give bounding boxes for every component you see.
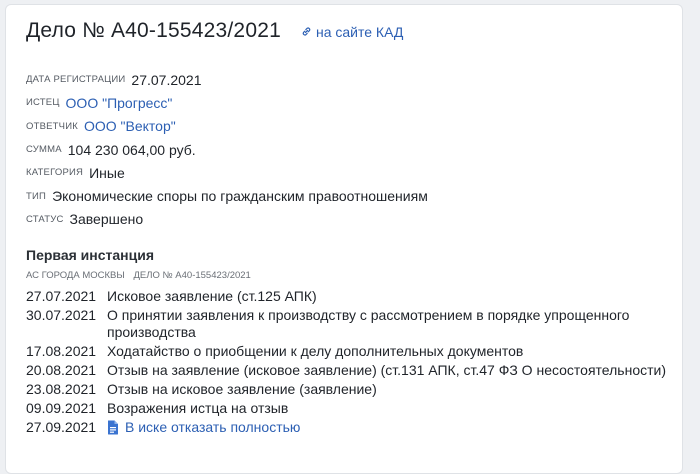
court-case-ref: Дело № А40-155423/2021 <box>133 270 251 281</box>
field-plaintiff: Истец ООО "Прогресс" <box>26 91 428 114</box>
event-row: 20.08.2021 Отзыв на заявление (исковое з… <box>26 362 666 379</box>
field-label: Сумма <box>26 144 62 156</box>
field-value: 27.07.2021 <box>131 71 202 88</box>
defendant-link[interactable]: ООО "Вектор" <box>84 118 176 134</box>
field-category: Категория Иные <box>26 161 428 184</box>
event-row: 09.09.2021 Возражения истца на отзыв <box>26 400 666 417</box>
court-meta: АС города Москвы Дело № А40-155423/2021 <box>26 270 251 281</box>
event-row: 23.08.2021 Отзыв на исковое заявление (з… <box>26 381 666 398</box>
field-value: Экономические споры по гражданским право… <box>52 188 428 205</box>
field-value: 104 230 064,00 руб. <box>67 141 196 158</box>
event-text: О принятии заявления к производству с ра… <box>107 307 630 340</box>
field-label: Истец <box>26 97 60 109</box>
field-label: Дата регистрации <box>26 74 126 86</box>
event-row: 30.07.2021 О принятии заявления к произв… <box>26 307 666 341</box>
field-value: Завершено <box>69 211 144 228</box>
instance-title: Первая инстанция <box>26 247 154 263</box>
event-date: 20.08.2021 <box>26 362 97 378</box>
event-row: 27.09.2021 В иске отказать полностью <box>26 419 666 436</box>
plaintiff-link[interactable]: ООО "Прогресс" <box>66 95 173 111</box>
event-text: Ходатайство о приобщении к делу дополнит… <box>107 343 524 359</box>
event-date: 27.09.2021 <box>26 419 97 435</box>
field-value: Иные <box>89 164 125 181</box>
field-defendant: Ответчик ООО "Вектор" <box>26 115 428 138</box>
court-name: АС города Москвы <box>26 270 125 281</box>
field-type: Тип Экономические споры по гражданским п… <box>26 184 428 207</box>
event-date: 23.08.2021 <box>26 381 97 397</box>
event-text: Исковое заявление (ст.125 АПК) <box>107 288 317 304</box>
field-label: Ответчик <box>26 120 78 132</box>
event-date: 17.08.2021 <box>26 343 97 359</box>
case-card: Дело № А40-155423/2021 на сайте КАД Дата… <box>5 4 683 474</box>
kad-link[interactable]: на сайте КАД <box>301 24 403 40</box>
event-text: Возражения истца на отзыв <box>107 400 289 416</box>
case-title: Дело № А40-155423/2021 <box>26 19 281 42</box>
decision-document-link[interactable]: В иске отказать полностью <box>107 419 300 436</box>
decision-document-label: В иске отказать полностью <box>125 419 301 435</box>
document-icon <box>108 420 118 435</box>
kad-link-label: на сайте КАД <box>315 23 404 40</box>
link-icon <box>302 27 311 36</box>
case-header: Дело № А40-155423/2021 на сайте КАД <box>26 19 403 43</box>
case-details: Дата регистрации 27.07.2021 Истец ООО "П… <box>26 68 428 231</box>
field-registration-date: Дата регистрации 27.07.2021 <box>26 68 428 91</box>
field-label: Статус <box>26 213 64 225</box>
field-amount: Сумма 104 230 064,00 руб. <box>26 138 428 161</box>
event-text: Отзыв на заявление (исковое заявление) (… <box>107 362 666 378</box>
event-date: 09.09.2021 <box>26 400 97 416</box>
event-text: Отзыв на исковое заявление (заявление) <box>107 381 377 397</box>
event-row: 17.08.2021 Ходатайство о приобщении к де… <box>26 343 666 360</box>
field-label: Категория <box>26 167 84 179</box>
event-date: 27.07.2021 <box>26 288 97 304</box>
field-label: Тип <box>26 190 47 202</box>
event-row: 27.07.2021 Исковое заявление (ст.125 АПК… <box>26 288 666 305</box>
field-status: Статус Завершено <box>26 208 428 231</box>
event-list: 27.07.2021 Исковое заявление (ст.125 АПК… <box>26 288 666 438</box>
event-date: 30.07.2021 <box>26 307 97 323</box>
